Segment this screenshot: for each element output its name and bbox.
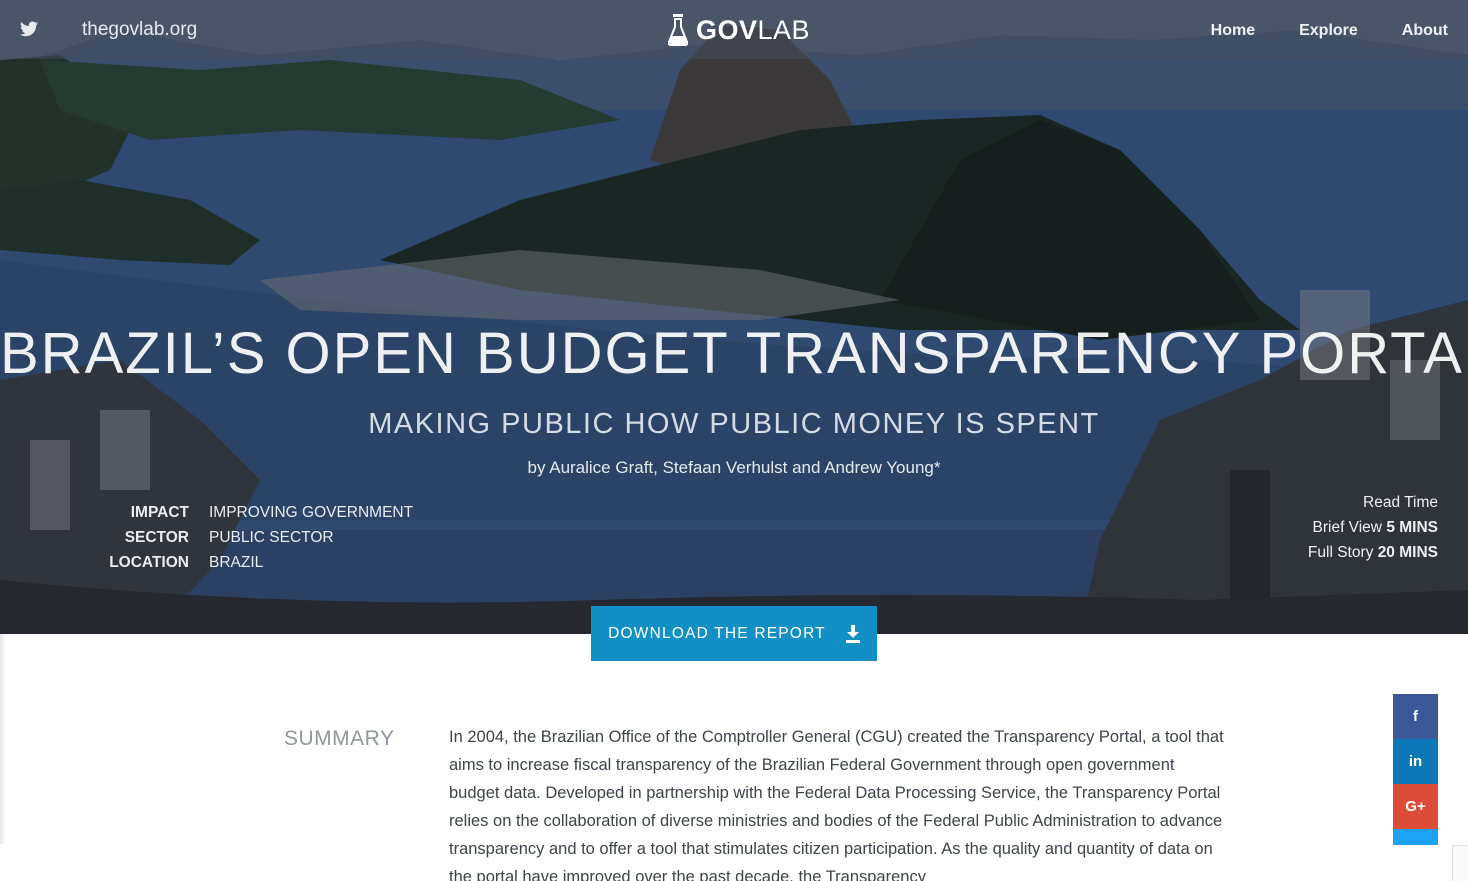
brief-label: Brief View [1312,519,1383,536]
meta-key: LOCATION [109,553,189,571]
share-bar: f in G+ [1393,694,1438,845]
google-plus-icon: G+ [1405,798,1426,815]
full-value: 20 MINS [1377,544,1438,561]
site-link[interactable]: thegovlab.org [82,19,197,41]
hero-banner: thegovlab.org GOVLAB Home Explore About … [0,0,1468,634]
summary-heading: SUMMARY [284,727,395,750]
meta-row-location: LOCATION BRAZIL [100,550,413,575]
meta-key: SECTOR [124,528,189,546]
linkedin-icon: in [1408,753,1423,770]
twitter-icon[interactable] [20,21,38,37]
flask-icon [668,14,688,46]
nav-home[interactable]: Home [1211,22,1255,40]
read-time-heading: Read Time [1363,494,1438,511]
main-nav: Home Explore About [1211,22,1448,40]
page-subtitle: MAKING PUBLIC HOW PUBLIC MONEY IS SPENT [368,408,1100,440]
read-time-brief: Brief View 5 MINS [1308,515,1439,540]
meta-value: IMPROVING GOVERNMENT [209,503,414,521]
meta-value: BRAZIL [209,553,264,571]
nav-explore[interactable]: Explore [1299,22,1358,40]
read-time-full: Full Story 20 MINS [1308,540,1438,565]
top-navigation-bar: thegovlab.org GOVLAB Home Explore About [0,0,1468,59]
read-time: Read Time Brief View 5 MINS Full Story 2… [1308,490,1438,565]
scroll-corner [1452,845,1468,881]
meta-row-impact: IMPACT IMPROVING GOVERNMENT [100,500,413,525]
authors: by Auralice Graft, Stefaan Verhulst and … [527,458,941,477]
twitter-share-button[interactable] [1393,829,1438,845]
page-title: BRAZIL’S OPEN BUDGET TRANSPARENCY PORTAL [0,321,1468,386]
logo-text-bold: GOV [696,14,758,45]
nav-about[interactable]: About [1402,22,1448,40]
brief-value: 5 MINS [1386,519,1438,536]
facebook-share-button[interactable]: f [1393,694,1438,739]
content-area: SUMMARY In 2004, the Brazilian Office of… [0,634,1468,881]
logo-text-light: LAB [757,14,811,45]
logo-text: GOVLAB [696,15,810,46]
google-plus-share-button[interactable]: G+ [1393,784,1438,829]
facebook-icon: f [1413,708,1418,725]
meta-value: PUBLIC SECTOR [209,528,334,546]
case-metadata: IMPACT IMPROVING GOVERNMENT SECTOR PUBLI… [100,500,413,575]
summary-text: In 2004, the Brazilian Office of the Com… [449,728,1224,881]
full-label: Full Story [1307,544,1374,561]
linkedin-share-button[interactable]: in [1393,739,1438,784]
meta-row-sector: SECTOR PUBLIC SECTOR [100,525,413,550]
govlab-logo[interactable]: GOVLAB [668,13,810,47]
meta-key: IMPACT [130,503,189,521]
